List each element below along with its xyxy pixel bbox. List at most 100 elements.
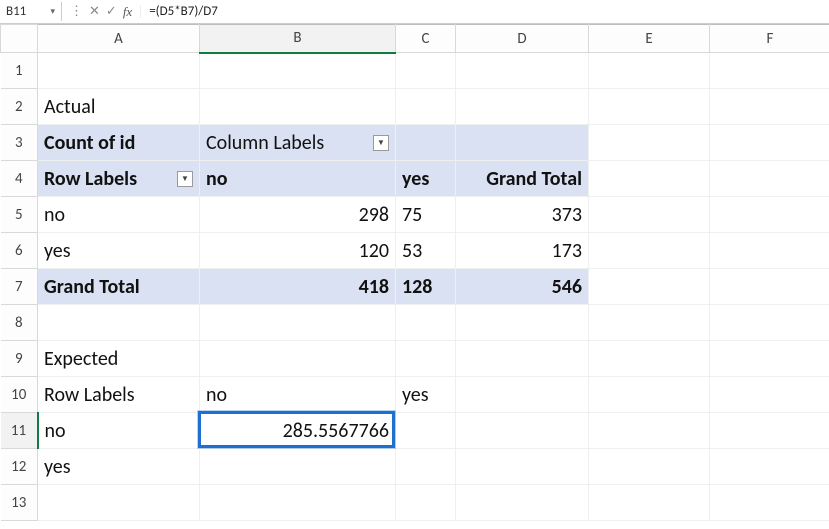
cell-A7[interactable]: Grand Total [38,269,200,305]
confirm-icon[interactable]: ✓ [106,5,117,18]
cell-A5[interactable]: no [38,197,200,233]
cell-D12[interactable] [456,449,589,485]
cell-D10[interactable] [456,377,589,413]
cell-A12[interactable]: yes [38,449,200,485]
cell-B5[interactable]: 298 [200,197,396,233]
cell-C2[interactable] [396,89,456,125]
cell-B12[interactable] [200,449,396,485]
cell-F5[interactable] [710,197,829,233]
formula-input[interactable]: =(D5*B7)/D7 [141,2,829,21]
row-header[interactable]: 5 [1,197,38,233]
cell-E6[interactable] [589,233,710,269]
row-header[interactable]: 2 [1,89,38,125]
cell-F10[interactable] [710,377,829,413]
cell-A11[interactable]: no [38,413,200,449]
col-header-A[interactable]: A [38,25,200,53]
cell-E1[interactable] [589,53,710,89]
row-header[interactable]: 12 [1,449,38,485]
cell-D6[interactable]: 173 [456,233,589,269]
cell-E5[interactable] [589,197,710,233]
spreadsheet-grid[interactable]: A B C D E F 1 2 Actual 3 Count of id Col… [0,24,829,521]
row-header[interactable]: 4 [1,161,38,197]
cell-F9[interactable] [710,341,829,377]
cell-E11[interactable] [589,413,710,449]
cell-A6[interactable]: yes [38,233,200,269]
cell-A4[interactable]: Row Labels▼ [38,161,200,197]
cell-E13[interactable] [589,485,710,521]
cell-B3[interactable]: Column Labels▼ [200,125,396,161]
cell-A3[interactable]: Count of id [38,125,200,161]
cell-A1[interactable] [38,53,200,89]
cell-E7[interactable] [589,269,710,305]
row-header[interactable]: 10 [1,377,38,413]
cell-F3[interactable] [710,125,829,161]
cell-C3[interactable] [396,125,456,161]
col-header-D[interactable]: D [456,25,589,53]
col-header-E[interactable]: E [589,25,710,53]
row-header[interactable]: 13 [1,485,38,521]
cell-C4[interactable]: yes [396,161,456,197]
row-header[interactable]: 6 [1,233,38,269]
cell-C11[interactable] [396,413,456,449]
cell-C10[interactable]: yes [396,377,456,413]
row-header[interactable]: 8 [1,305,38,341]
cell-E2[interactable] [589,89,710,125]
cell-B2[interactable] [200,89,396,125]
cell-B8[interactable] [200,305,396,341]
cell-D7[interactable]: 546 [456,269,589,305]
cell-D13[interactable] [456,485,589,521]
cell-F12[interactable] [710,449,829,485]
cell-D3[interactable] [456,125,589,161]
cell-B4[interactable]: no [200,161,396,197]
col-header-F[interactable]: F [710,25,829,53]
cell-E3[interactable] [589,125,710,161]
cell-B1[interactable] [200,53,396,89]
cell-F11[interactable] [710,413,829,449]
name-box-dropdown-icon[interactable]: ▾ [50,6,55,17]
cell-F7[interactable] [710,269,829,305]
fx-icon[interactable]: fx [123,5,132,18]
cell-F1[interactable] [710,53,829,89]
cell-F6[interactable] [710,233,829,269]
cell-C5[interactable]: 75 [396,197,456,233]
col-header-B[interactable]: B [200,25,396,53]
cell-C6[interactable]: 53 [396,233,456,269]
cell-A10[interactable]: Row Labels [38,377,200,413]
cell-D11[interactable] [456,413,589,449]
cell-F8[interactable] [710,305,829,341]
row-header[interactable]: 9 [1,341,38,377]
cell-A9[interactable]: Expected [38,341,200,377]
col-header-C[interactable]: C [396,25,456,53]
cell-E10[interactable] [589,377,710,413]
cell-F4[interactable] [710,161,829,197]
cell-B10[interactable]: no [200,377,396,413]
cell-C8[interactable] [396,305,456,341]
cell-F13[interactable] [710,485,829,521]
cell-C12[interactable] [396,449,456,485]
cell-D9[interactable] [456,341,589,377]
cell-C13[interactable] [396,485,456,521]
cell-D5[interactable]: 373 [456,197,589,233]
cell-F2[interactable] [710,89,829,125]
cell-B9[interactable] [200,341,396,377]
cell-C9[interactable] [396,341,456,377]
cell-E4[interactable] [589,161,710,197]
cell-E9[interactable] [589,341,710,377]
row-header[interactable]: 1 [1,53,38,89]
name-box[interactable]: B11 ▾ [0,2,62,21]
cancel-icon[interactable]: ✕ [89,5,100,18]
filter-icon[interactable]: ▼ [177,171,193,187]
row-header[interactable]: 3 [1,125,38,161]
cell-E12[interactable] [589,449,710,485]
row-header[interactable]: 11 [1,413,38,449]
cell-D4[interactable]: Grand Total [456,161,589,197]
cell-B11[interactable]: 285.5567766 [200,413,396,449]
cell-D2[interactable] [456,89,589,125]
cell-C7[interactable]: 128 [396,269,456,305]
cell-B6[interactable]: 120 [200,233,396,269]
select-all-corner[interactable] [1,25,38,53]
cell-A8[interactable] [38,305,200,341]
row-header[interactable]: 7 [1,269,38,305]
cell-E8[interactable] [589,305,710,341]
cell-B13[interactable] [200,485,396,521]
